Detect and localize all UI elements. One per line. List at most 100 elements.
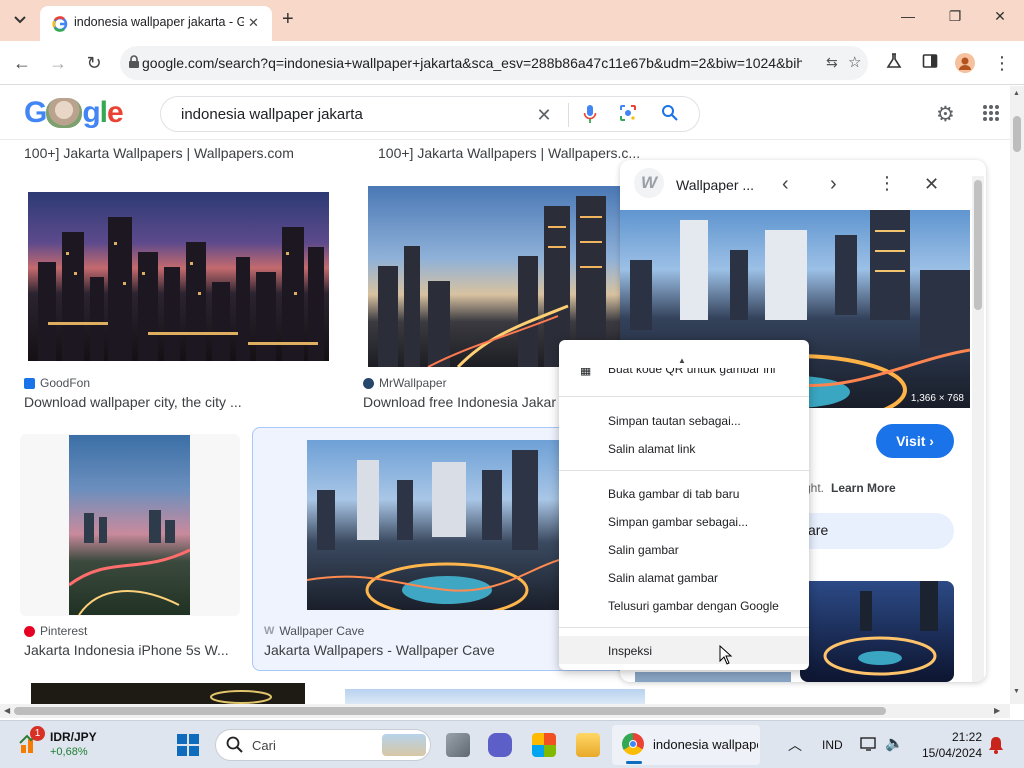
voice-search-mic-icon[interactable] — [579, 104, 601, 126]
site-info-icon[interactable] — [128, 55, 140, 74]
search-highlight-icon — [382, 734, 426, 756]
task-view-icon[interactable] — [446, 733, 470, 757]
result-source[interactable]: MrWallpaper — [363, 376, 447, 390]
scrollbar-thumb[interactable] — [1013, 116, 1021, 152]
result-thumbnail[interactable] — [28, 192, 329, 361]
context-item-qr[interactable]: ▦ Buat kode QR untuk gambar ini — [559, 368, 809, 382]
network-icon[interactable] — [860, 736, 878, 757]
visit-button[interactable]: Visit › — [876, 424, 954, 458]
context-item-label: Buat kode QR untuk gambar ini — [608, 368, 776, 376]
more-options-icon[interactable]: ⋮ — [878, 173, 896, 194]
result-thumbnail[interactable] — [307, 440, 559, 610]
volume-icon[interactable]: 🔈 — [885, 734, 904, 752]
context-item-search-image-google[interactable]: Telusuri gambar dengan Google — [608, 599, 779, 613]
search-query-text[interactable]: indonesia wallpaper jakarta — [181, 106, 363, 123]
new-tab-button[interactable]: + — [282, 9, 294, 29]
taskbar-search-box[interactable]: Cari — [215, 729, 431, 761]
windows-taskbar: 1 IDR/JPY +0,68% Cari indonesia wallpape… — [0, 720, 1024, 768]
scroll-up-icon[interactable]: ▲ — [1013, 90, 1020, 97]
panel-site-name[interactable]: Wallpaper ... — [676, 177, 754, 193]
previous-image-icon[interactable]: ‹ — [782, 173, 789, 196]
notification-bell-icon[interactable] — [988, 736, 1004, 759]
microsoft-store-icon[interactable] — [532, 733, 556, 757]
result-title[interactable]: 100+] Jakarta Wallpapers | Wallpapers.c.… — [378, 145, 658, 161]
close-panel-icon[interactable]: ✕ — [924, 174, 939, 195]
scroll-left-icon[interactable]: ◀ — [4, 706, 10, 715]
address-bar[interactable]: google.com/search?q=indonesia+wallpaper+… — [120, 46, 868, 80]
widget-title[interactable]: IDR/JPY — [50, 730, 97, 744]
result-title[interactable]: 100+] Jakarta Wallpapers | Wallpapers.co… — [24, 145, 354, 161]
forward-arrow-icon[interactable]: → — [46, 51, 70, 75]
back-arrow-icon[interactable]: ← — [10, 51, 34, 75]
bookmark-star-icon[interactable]: ☆ — [848, 53, 861, 71]
tab-strip: indonesia wallpaper jakarta - G ✕ + — ❐ … — [0, 0, 1024, 41]
windows-start-icon[interactable] — [176, 733, 200, 762]
restore-icon[interactable]: ❐ — [935, 8, 975, 25]
close-window-icon[interactable]: ✕ — [980, 8, 1020, 25]
result-source[interactable]: GoodFon — [24, 376, 90, 390]
mrwallpaper-favicon-icon — [363, 377, 374, 389]
result-title[interactable]: Download free Indonesia Jakar — [363, 394, 559, 410]
clock-time[interactable]: 21:22 — [920, 730, 982, 744]
result-thumbnail[interactable] — [31, 683, 305, 704]
context-item-open-image-tab[interactable]: Buka gambar di tab baru — [608, 487, 739, 501]
panel-scrollbar[interactable] — [972, 176, 984, 682]
context-item-copy-link[interactable]: Salin alamat link — [608, 442, 695, 456]
context-item-inspect[interactable]: Inspeksi — [559, 636, 809, 664]
result-thumbnail[interactable] — [345, 689, 645, 704]
result-source[interactable]: W Wallpaper Cave — [264, 624, 364, 638]
clock-date[interactable]: 15/04/2024 — [914, 746, 982, 760]
related-image-thumbnail[interactable] — [800, 581, 954, 682]
image-size-label: 1,366 × 768 — [910, 393, 964, 404]
settings-gear-icon[interactable]: ⚙ — [936, 102, 955, 127]
search-input[interactable]: indonesia wallpaper jakarta ✕ — [160, 96, 700, 132]
show-hidden-icons-chevron[interactable]: ︿ — [788, 735, 802, 755]
clear-search-icon[interactable]: ✕ — [533, 104, 555, 126]
result-source-name: Wallpaper Cave — [279, 624, 365, 638]
result-title[interactable]: Jakarta Indonesia iPhone 5s W... — [24, 642, 238, 658]
profile-avatar-icon[interactable] — [955, 53, 975, 73]
side-panel-icon[interactable] — [920, 53, 940, 73]
apps-grid-icon[interactable] — [982, 104, 1000, 127]
google-doodle-logo[interactable]: Ggle — [24, 96, 124, 130]
result-title[interactable]: Download wallpaper city, the city ... — [24, 394, 344, 410]
learn-more-link[interactable]: Learn More — [831, 481, 896, 495]
language-indicator[interactable]: IND — [822, 738, 843, 752]
labs-flask-icon[interactable] — [884, 53, 904, 73]
close-tab-icon[interactable]: ✕ — [248, 15, 259, 31]
browser-tab[interactable]: indonesia wallpaper jakarta - G ✕ — [40, 6, 272, 41]
browser-toolbar: ← → ↻ google.com/search?q=indonesia+wall… — [0, 41, 1024, 85]
result-thumbnail[interactable] — [69, 435, 190, 615]
search-magnifier-icon[interactable] — [659, 104, 681, 126]
url-text[interactable]: google.com/search?q=indonesia+wallpaper+… — [142, 55, 802, 71]
pinterest-favicon-icon — [24, 625, 35, 637]
translate-icon[interactable]: ⇆ — [826, 54, 838, 71]
next-image-icon[interactable]: › — [830, 173, 837, 196]
goodfon-favicon-icon — [24, 377, 35, 389]
result-source[interactable]: Pinterest — [24, 624, 87, 638]
scroll-up-arrow-icon[interactable]: ▲ — [678, 356, 686, 365]
minimize-icon[interactable]: — — [888, 8, 928, 24]
reload-icon[interactable]: ↻ — [82, 51, 106, 75]
google-g-icon — [52, 16, 68, 32]
taskbar-chrome-app[interactable]: indonesia wallpape — [612, 725, 760, 765]
context-item-save-link[interactable]: Simpan tautan sebagai... — [608, 414, 741, 428]
scrollbar-thumb[interactable] — [14, 707, 886, 715]
scroll-down-icon[interactable]: ▼ — [1013, 688, 1020, 695]
context-item-save-image[interactable]: Simpan gambar sebagai... — [608, 515, 748, 529]
menu-kebab-icon[interactable]: ⋮ — [992, 53, 1012, 73]
scroll-right-icon[interactable]: ▶ — [994, 706, 1000, 715]
lens-camera-icon[interactable] — [617, 104, 639, 126]
panel-scrollbar-thumb[interactable] — [974, 180, 982, 310]
teams-chat-icon[interactable] — [488, 733, 512, 757]
file-explorer-icon[interactable] — [576, 733, 600, 757]
context-item-copy-image[interactable]: Salin gambar — [608, 543, 679, 557]
context-menu: ▲ ▦ Buat kode QR untuk gambar ini Simpan… — [559, 340, 809, 670]
context-item-copy-image-address[interactable]: Salin alamat gambar — [608, 571, 718, 585]
page-vertical-scrollbar[interactable]: ▲ ▼ — [1010, 86, 1024, 704]
tab-search-chevron-icon[interactable] — [8, 8, 32, 32]
page-horizontal-scrollbar[interactable]: ◀ ▶ — [0, 704, 1010, 718]
related-image-thumbnail[interactable] — [635, 672, 791, 682]
site-favicon-icon: W — [634, 168, 664, 198]
result-title[interactable]: Jakarta Wallpapers - Wallpaper Cave — [264, 642, 564, 658]
